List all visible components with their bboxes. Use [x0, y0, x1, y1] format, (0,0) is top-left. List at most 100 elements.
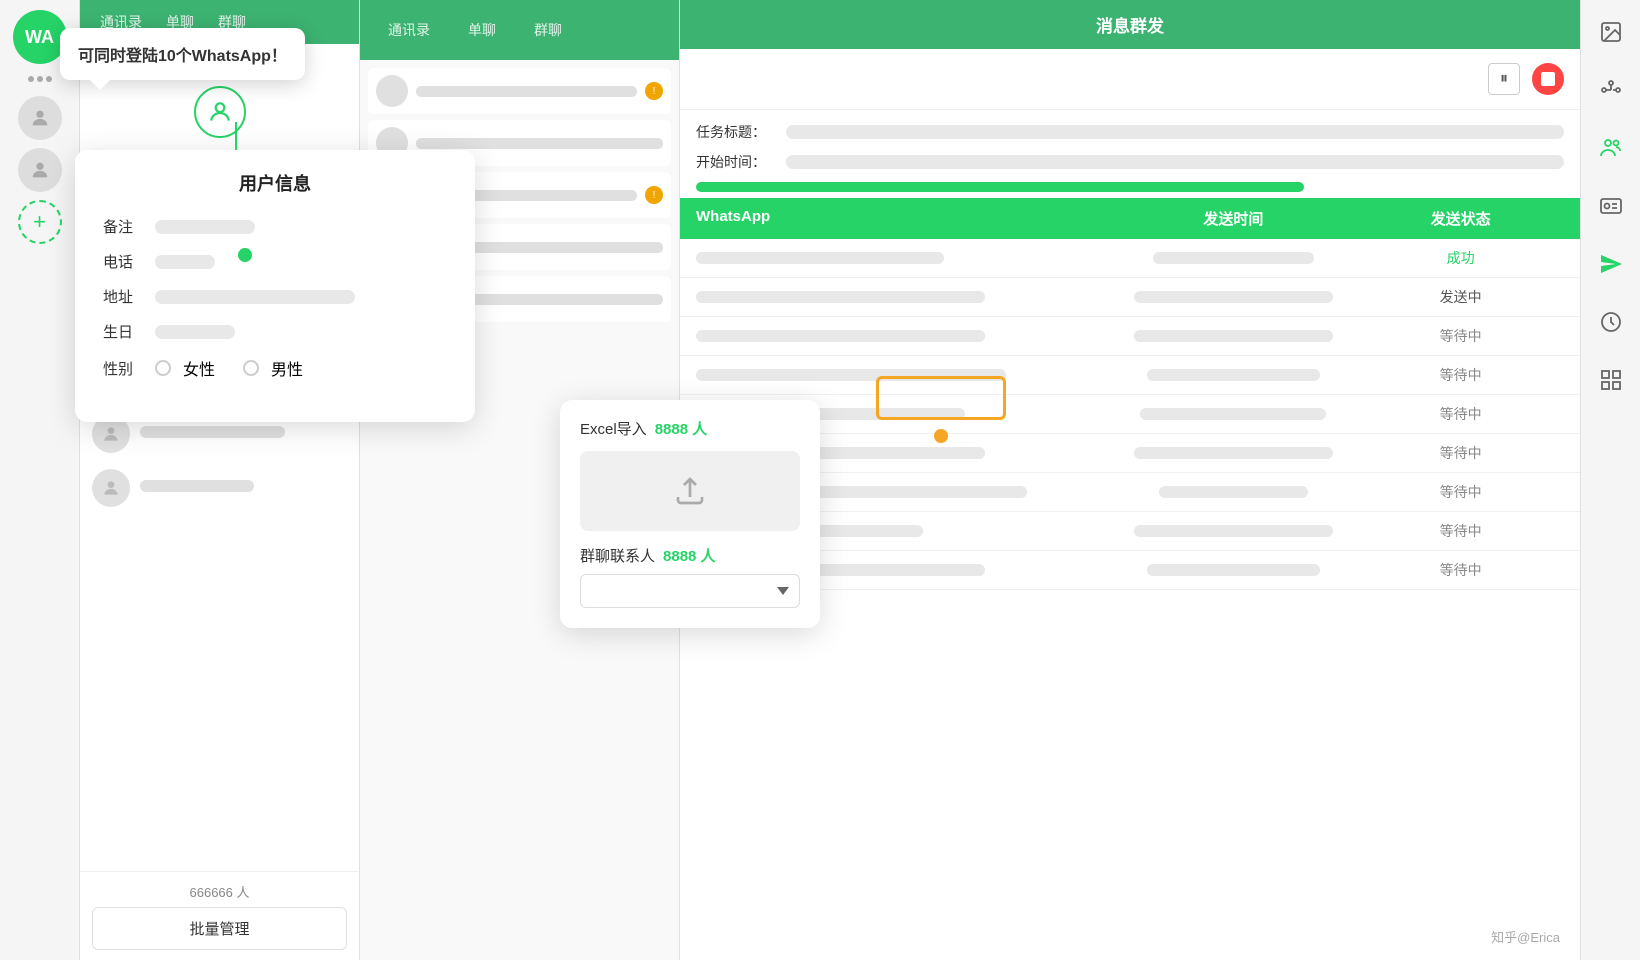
contact-info	[140, 426, 347, 443]
excel-upload-area[interactable]	[580, 451, 800, 531]
info-value-phone	[155, 255, 215, 269]
stop-button[interactable]	[1532, 63, 1564, 95]
toolbar-send-btn[interactable]	[1591, 244, 1631, 284]
status-success: 成功	[1357, 248, 1564, 268]
tab-address-book-mid[interactable]: 通讯录	[374, 10, 444, 50]
toolbar-connections-btn[interactable]	[1591, 70, 1631, 110]
item-text	[416, 86, 637, 97]
progress-container	[696, 182, 1564, 192]
info-label-gender: 性别	[103, 358, 143, 379]
toolbar-grid-btn[interactable]	[1591, 360, 1631, 400]
status-waiting: 等待中	[1357, 560, 1564, 580]
info-row-note: 备注	[103, 216, 447, 237]
three-dots	[28, 76, 52, 82]
info-label-birthday: 生日	[103, 321, 143, 342]
task-title-row: 任务标题：	[696, 122, 1564, 142]
info-value-address	[155, 290, 355, 304]
upload-icon	[672, 473, 708, 509]
item-badge: !	[645, 186, 663, 204]
tab-group-chat-mid[interactable]: 群聊	[520, 10, 576, 50]
wa-logo[interactable]: WA	[13, 10, 67, 64]
info-row-phone: 电话	[103, 251, 447, 272]
user-info-title: 用户信息	[103, 170, 447, 196]
account-avatar-2[interactable]	[18, 148, 62, 192]
status-waiting: 等待中	[1357, 482, 1564, 502]
task-title-value	[786, 125, 1564, 139]
toolbar-clock-btn[interactable]	[1591, 302, 1631, 342]
task-time-value	[786, 155, 1564, 169]
info-row-address: 地址	[103, 286, 447, 307]
contacts-panel: 通讯录 单聊 群聊 搜索 🔍 ✈️	[80, 0, 360, 960]
table-row[interactable]: 等待中	[680, 356, 1580, 395]
add-account-button[interactable]: +	[18, 200, 62, 244]
group-select[interactable]	[580, 574, 800, 608]
info-row-gender: 性别 女性 男性	[103, 356, 447, 380]
contacts-footer: 666666 人 批量管理	[80, 871, 359, 960]
user-info-popup: 用户信息 备注 电话 地址 生日 性别 女性 男性	[75, 150, 475, 422]
col-header-status: 发送状态	[1357, 208, 1564, 229]
contact-item[interactable]	[80, 461, 359, 515]
task-title-label: 任务标题：	[696, 122, 776, 142]
contact-name-bar	[140, 480, 254, 492]
excel-count: 8888 人	[655, 418, 708, 439]
right-toolbar	[1580, 0, 1640, 960]
group-label: 群聊联系人	[580, 545, 655, 566]
label-male: 男性	[271, 356, 303, 380]
task-progress-bar	[696, 182, 1304, 192]
middle-item[interactable]: !	[368, 68, 671, 114]
status-waiting: 等待中	[1357, 404, 1564, 424]
status-waiting: 等待中	[1357, 443, 1564, 463]
mass-send-header: 消息群发	[680, 0, 1580, 49]
excel-header: Excel导入 8888 人	[580, 418, 800, 439]
toolbar-id-card-btn[interactable]	[1591, 186, 1631, 226]
item-text	[416, 138, 663, 149]
contact-avatar	[92, 469, 130, 507]
label-female: 女性	[183, 356, 215, 380]
contact-info	[140, 480, 347, 497]
table-row[interactable]: 等待中	[680, 317, 1580, 356]
info-label-address: 地址	[103, 286, 143, 307]
excel-label: Excel导入	[580, 418, 647, 439]
contact-name-bar	[140, 426, 285, 438]
status-sending: 发送中	[1357, 287, 1564, 307]
task-time-label: 开始时间：	[696, 152, 776, 172]
mass-send-controls: ⏸	[680, 49, 1580, 110]
table-row[interactable]: 发送中	[680, 278, 1580, 317]
sidebar-accounts: WA +	[0, 0, 80, 960]
radio-male[interactable]	[243, 360, 259, 376]
group-header: 群聊联系人 8888 人	[580, 545, 800, 566]
excel-popup: Excel导入 8888 人 群聊联系人 8888 人	[560, 400, 820, 628]
info-row-birthday: 生日	[103, 321, 447, 342]
gender-row: 女性 男性	[155, 356, 303, 380]
account-avatar-1[interactable]	[18, 96, 62, 140]
tab-single-chat-mid[interactable]: 单聊	[454, 10, 510, 50]
status-waiting: 等待中	[1357, 326, 1564, 346]
app-container: WA + 通讯录 单聊 群聊 搜索	[0, 0, 1640, 960]
info-label-note: 备注	[103, 216, 143, 237]
watermark: 知乎@Erica	[1491, 927, 1560, 946]
batch-manage-button[interactable]: 批量管理	[92, 907, 347, 950]
status-waiting: 等待中	[1357, 365, 1564, 385]
tooltip-popup: 可同时登陆10个WhatsApp！	[60, 28, 305, 80]
radio-female[interactable]	[155, 360, 171, 376]
connector-dot	[238, 248, 252, 262]
person-icon-circle[interactable]	[194, 86, 246, 138]
table-row[interactable]: 成功	[680, 239, 1580, 278]
item-avatar	[376, 75, 408, 107]
toolbar-image-btn[interactable]	[1591, 12, 1631, 52]
status-waiting: 等待中	[1357, 521, 1564, 541]
info-value-note	[155, 220, 255, 234]
task-info-section: 任务标题： 开始时间：	[680, 110, 1580, 198]
info-label-phone: 电话	[103, 251, 143, 272]
toolbar-contacts-group-btn[interactable]	[1591, 128, 1631, 168]
task-time-row: 开始时间：	[696, 152, 1564, 172]
group-count: 8888 人	[663, 545, 716, 566]
pause-button[interactable]: ⏸	[1488, 63, 1520, 95]
people-count: 666666 人	[190, 882, 250, 901]
col-header-time: 发送时间	[1109, 208, 1357, 229]
col-header-whatsapp: WhatsApp	[696, 208, 1109, 229]
table-header: WhatsApp 发送时间 发送状态	[680, 198, 1580, 239]
item-badge: !	[645, 82, 663, 100]
middle-header: 通讯录 单聊 群聊	[360, 0, 679, 60]
info-value-birthday	[155, 325, 235, 339]
